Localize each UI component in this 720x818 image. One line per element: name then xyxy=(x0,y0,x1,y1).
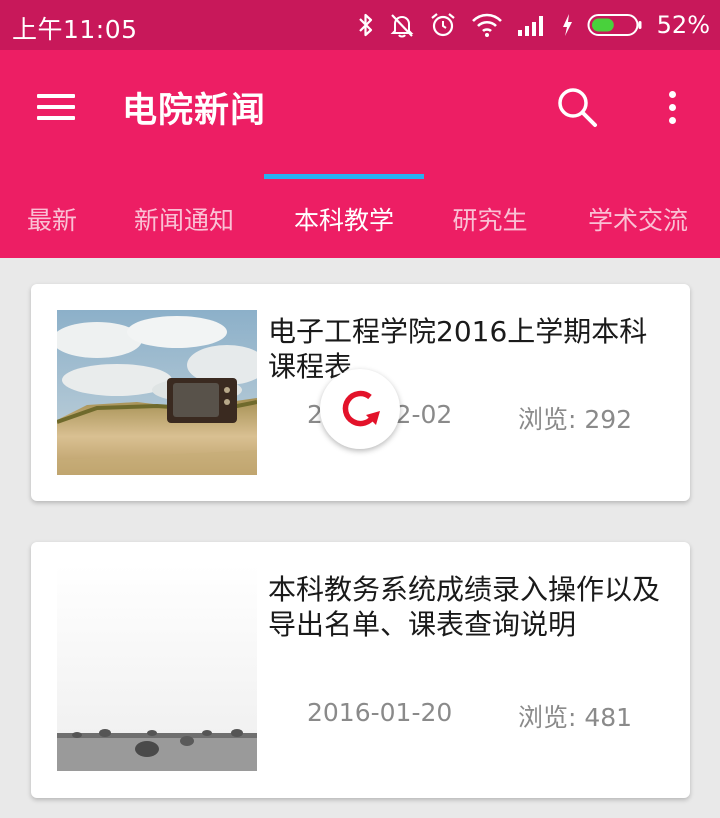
news-thumbnail xyxy=(57,310,257,475)
charging-icon xyxy=(561,13,573,37)
news-views: 浏览: 481 xyxy=(518,703,633,732)
more-button[interactable] xyxy=(656,83,688,131)
tab-undergraduate[interactable]: 本科教学 xyxy=(264,180,424,258)
alarm-icon xyxy=(429,11,457,39)
app-bar: 电院新闻 最新 新闻通知 本科教学 研究生 学术交流 xyxy=(0,50,720,258)
tab-indicator xyxy=(264,174,424,179)
wifi-icon xyxy=(471,12,503,38)
bluetooth-icon xyxy=(357,12,375,38)
search-button[interactable] xyxy=(553,83,601,131)
news-card[interactable]: 本科教务系统成绩录入操作以及导出名单、课表查询说明 2016-01-20 浏览:… xyxy=(31,542,690,798)
refresh-icon xyxy=(342,390,380,427)
menu-button[interactable] xyxy=(28,83,84,131)
tab-academic-exchange[interactable]: 学术交流 xyxy=(556,180,720,258)
news-date: 2016-01-20 xyxy=(307,698,453,727)
app-title: 电院新闻 xyxy=(122,91,267,131)
news-title: 电子工程学院2016上学期本科课程表 xyxy=(268,315,648,383)
more-vert-icon xyxy=(668,90,676,98)
search-icon xyxy=(558,88,597,127)
tab-latest[interactable]: 最新 xyxy=(0,180,104,258)
tab-graduate[interactable]: 研究生 xyxy=(424,180,556,258)
news-thumbnail xyxy=(57,565,257,771)
category-tabs: 最新 新闻通知 本科教学 研究生 学术交流 xyxy=(0,180,720,258)
battery-icon xyxy=(587,12,643,38)
tab-news-notices[interactable]: 新闻通知 xyxy=(104,180,264,258)
signal-icon xyxy=(517,13,547,37)
menu-icon xyxy=(37,94,75,98)
news-title: 本科教务系统成绩录入操作以及导出名单、课表查询说明 xyxy=(268,573,661,641)
status-time: 上午11:05 xyxy=(12,15,138,44)
battery-percent: 52% xyxy=(656,11,710,39)
refresh-indicator xyxy=(320,369,400,449)
status-icons: 52% xyxy=(357,0,710,50)
status-bar: 上午11:05 52% xyxy=(0,0,720,50)
bell-off-icon xyxy=(389,12,415,38)
news-views: 浏览: 292 xyxy=(518,405,633,434)
